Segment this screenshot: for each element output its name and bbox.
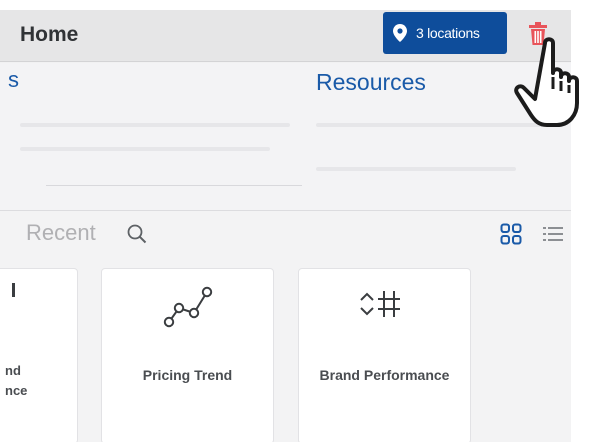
placeholder-line	[20, 147, 270, 151]
partial-section-title: s	[8, 67, 19, 92]
divider	[46, 185, 302, 186]
card-title: Brand Performance	[319, 367, 450, 383]
list-view-icon[interactable]	[543, 225, 563, 243]
placeholder-line	[316, 167, 516, 171]
map-pin-icon	[393, 24, 407, 42]
card-title: Pricing Trend	[142, 367, 233, 383]
report-icon	[12, 283, 15, 297]
search-icon[interactable]	[127, 224, 147, 244]
locations-label: 3 locations	[416, 25, 480, 41]
line-chart-icon	[163, 286, 213, 328]
top-bar: Home 3 locations	[0, 10, 571, 62]
placeholder-line	[20, 123, 290, 127]
card-title: nd nce	[5, 361, 77, 401]
report-card[interactable]: nd nce	[0, 268, 78, 442]
locations-button[interactable]: 3 locations	[383, 12, 507, 54]
app-window: Home 3 locations s Resources Recent nd n…	[0, 10, 571, 442]
screen: Home 3 locations s Resources Recent nd n…	[0, 0, 607, 442]
page-title: Home	[20, 23, 79, 46]
resources-section: s Resources	[0, 63, 571, 211]
hand-pointer-icon	[514, 37, 579, 127]
card-title-line: nce	[5, 383, 28, 398]
brand-performance-card[interactable]: Brand Performance	[298, 268, 471, 442]
resources-title[interactable]: Resources	[316, 69, 426, 96]
pricing-trend-card[interactable]: Pricing Trend	[101, 268, 274, 442]
grid-view-icon[interactable]	[500, 223, 522, 245]
card-title-line: nd	[5, 363, 21, 378]
recent-heading: Recent	[26, 220, 96, 245]
recent-section: Recent nd nce Pricing Trend Brand Perfor…	[0, 211, 571, 442]
sort-hash-icon	[360, 291, 400, 317]
